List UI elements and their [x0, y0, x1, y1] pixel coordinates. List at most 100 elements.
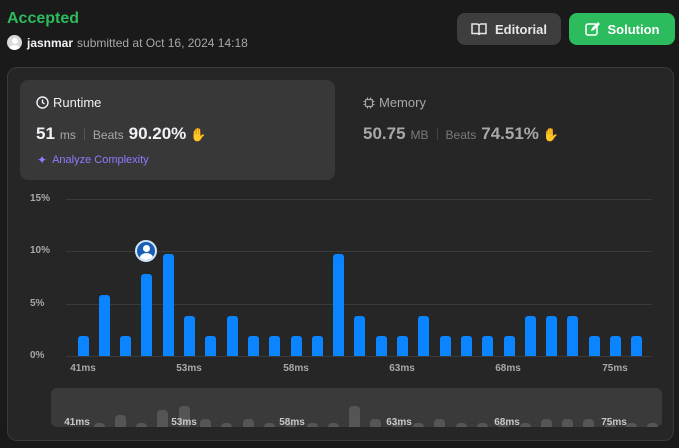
runtime-bar[interactable] — [546, 316, 558, 356]
navigator-bar — [476, 422, 488, 427]
clap-icon: ✋ — [190, 127, 207, 142]
navigator-bar — [562, 418, 574, 427]
runtime-bar[interactable] — [120, 336, 132, 356]
x-tick-label: 41ms — [70, 363, 96, 374]
y-tick-label: 10% — [30, 245, 51, 256]
navigator-bar — [157, 410, 169, 427]
runtime-bar[interactable] — [375, 336, 387, 356]
runtime-bar[interactable] — [162, 254, 174, 356]
runtime-bar[interactable] — [397, 336, 408, 356]
navigator-bar — [327, 422, 339, 427]
runtime-unit: ms — [59, 128, 76, 142]
runtime-divider — [83, 128, 85, 140]
x-tick-label: 58ms — [283, 363, 309, 374]
clap-icon-muted: ✋ — [542, 127, 560, 142]
navigator-bar — [626, 422, 637, 427]
runtime-bar[interactable] — [269, 336, 281, 356]
navigator-bar — [583, 418, 595, 427]
runtime-bar[interactable] — [184, 316, 195, 356]
mini-x-label: 63ms — [386, 417, 412, 427]
runtime-beats-value: 90.20% — [128, 124, 187, 143]
editorial-button[interactable]: Editorial — [457, 13, 561, 45]
runtime-bar[interactable] — [482, 336, 494, 356]
analyze-complexity-link[interactable]: ✦ Analyze Complexity — [37, 153, 149, 167]
y-tick-label: 15% — [30, 193, 51, 204]
navigator-bar — [114, 414, 126, 427]
runtime-bar[interactable] — [98, 295, 110, 356]
runtime-bar[interactable] — [226, 316, 238, 356]
runtime-bar[interactable] — [205, 336, 217, 356]
runtime-metric: 51 ms Beats 90.20% ✋ — [36, 124, 206, 144]
x-tick-label: 63ms — [389, 363, 415, 374]
runtime-bar[interactable] — [141, 274, 153, 356]
runtime-value: 51 — [36, 124, 55, 143]
memory-beats-value: 74.51% — [481, 124, 539, 143]
navigator-bar — [221, 422, 233, 427]
runtime-bar[interactable] — [503, 336, 515, 356]
memory-value: 50.75 — [363, 124, 406, 143]
gridline-5 — [66, 304, 652, 305]
solution-label: Solution — [607, 21, 660, 37]
navigator-bar — [519, 422, 531, 427]
navigator-bar — [540, 418, 552, 427]
runtime-bar[interactable] — [460, 336, 472, 356]
runtime-beats-label: Beats — [92, 128, 124, 142]
memory-divider — [436, 128, 438, 140]
navigator-bar — [349, 406, 361, 427]
sparkle-icon: ✦ — [37, 153, 48, 167]
runtime-bar[interactable] — [588, 336, 600, 356]
navigator-bar — [93, 422, 105, 427]
navigator-bar — [647, 422, 659, 427]
solution-button[interactable]: Solution — [569, 13, 675, 45]
mini-x-label: 75ms — [601, 417, 627, 427]
runtime-bar[interactable] — [567, 316, 579, 356]
navigator-bar — [370, 418, 382, 427]
analyze-label: Analyze Complexity — [52, 154, 149, 166]
y-tick-label: 5% — [30, 298, 45, 309]
navigator-bar — [200, 418, 211, 427]
editorial-label: Editorial — [494, 21, 547, 37]
runtime-bar[interactable] — [290, 336, 302, 356]
submission-time: submitted at Oct 16, 2024 14:18 — [77, 35, 248, 50]
memory-unit: MB — [410, 128, 429, 142]
range-navigator[interactable]: 41ms 53ms 58ms 63ms 68ms 75ms — [51, 388, 662, 427]
runtime-bar[interactable] — [77, 336, 89, 356]
username-link[interactable]: jasnmar — [27, 36, 73, 50]
memory-title: Memory — [379, 95, 426, 110]
navigator-bar — [136, 422, 148, 427]
memory-beats-label: Beats — [445, 128, 477, 142]
memory-metric: 50.75 MB Beats 74.51% ✋ — [363, 124, 559, 144]
y-tick-label: 0% — [30, 350, 45, 361]
chip-icon — [363, 97, 375, 108]
x-tick-label: 75ms — [602, 363, 628, 374]
mini-x-label: 53ms — [171, 417, 197, 427]
clock-icon — [36, 96, 49, 109]
mini-x-label: 41ms — [64, 417, 90, 427]
submission-info: jasnmar submitted at Oct 16, 2024 14:18 — [7, 35, 248, 50]
mini-x-label: 68ms — [494, 417, 520, 427]
runtime-bar[interactable] — [610, 336, 621, 356]
runtime-bar[interactable] — [354, 316, 366, 356]
navigator-bar — [434, 418, 446, 427]
runtime-bar[interactable] — [418, 316, 430, 356]
submission-header: Accepted jasnmar submitted at Oct 16, 20… — [7, 9, 248, 50]
runtime-title: Runtime — [53, 95, 102, 110]
your-submission-marker[interactable] — [135, 240, 157, 262]
memory-header[interactable]: Memory — [363, 95, 426, 110]
navigator-bar — [263, 422, 275, 427]
x-tick-label: 53ms — [176, 363, 202, 374]
gridline-15 — [66, 199, 652, 200]
navigator-bar — [306, 422, 318, 427]
runtime-bar[interactable] — [524, 316, 536, 356]
navigator-bar — [413, 422, 424, 427]
runtime-bar[interactable] — [631, 336, 643, 356]
runtime-bar[interactable] — [439, 336, 451, 356]
navigator-bar — [455, 422, 467, 427]
runtime-bar[interactable] — [247, 336, 259, 356]
user-avatar[interactable] — [7, 35, 22, 50]
mini-x-label: 58ms — [279, 417, 305, 427]
runtime-bar[interactable] — [333, 254, 345, 356]
runtime-bar[interactable] — [311, 336, 323, 356]
book-icon — [471, 23, 487, 36]
status-accepted: Accepted — [7, 10, 80, 27]
